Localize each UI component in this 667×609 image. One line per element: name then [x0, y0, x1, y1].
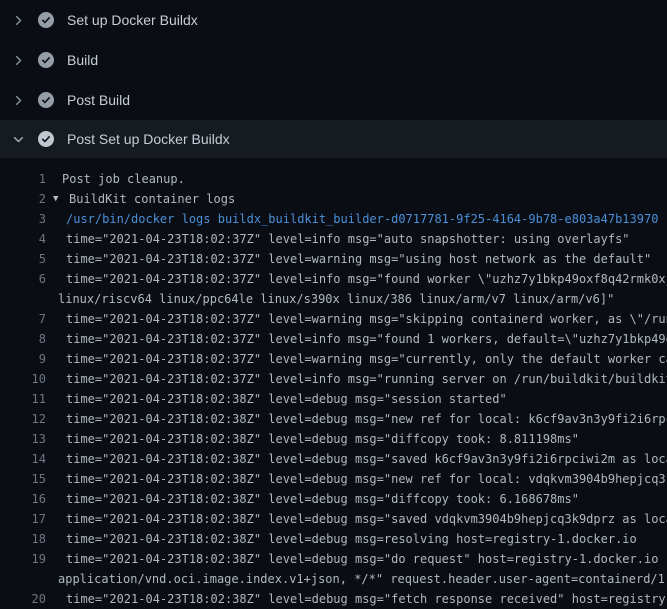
log-line-text: linux/riscv64 linux/ppc64le linux/s390x … — [58, 289, 614, 309]
log-line-number[interactable]: 3 — [0, 209, 46, 229]
log-line-number[interactable]: 14 — [0, 449, 46, 469]
log-line: 19 time="2021-04-23T18:02:38Z" level=deb… — [0, 549, 667, 569]
log-line: 20 time="2021-04-23T18:02:38Z" level=deb… — [0, 589, 667, 609]
log-line: application/vnd.oci.image.index.v1+json,… — [0, 569, 667, 589]
chevron-right-icon — [12, 53, 26, 67]
steps-list: Set up Docker Buildx Build Post Build Po… — [0, 0, 667, 158]
log-line: 10 time="2021-04-23T18:02:37Z" level=inf… — [0, 369, 667, 389]
log-line-number[interactable]: 13 — [0, 429, 46, 449]
log-line-text: time="2021-04-23T18:02:38Z" level=debug … — [66, 469, 667, 489]
log-line: 5 time="2021-04-23T18:02:37Z" level=warn… — [0, 249, 667, 269]
step-header-set-up-docker-buildx[interactable]: Set up Docker Buildx — [0, 0, 667, 40]
log-line: 11 time="2021-04-23T18:02:38Z" level=deb… — [0, 389, 667, 409]
log-line-number[interactable]: 9 — [0, 349, 46, 369]
log-area: 1 Post job cleanup. 2 ▼ BuildKit contain… — [0, 158, 667, 609]
log-line-number[interactable]: 11 — [0, 389, 46, 409]
check-circle-icon — [38, 131, 54, 147]
log-line-text[interactable]: BuildKit container logs — [69, 189, 235, 209]
step-label: Build — [67, 52, 98, 68]
log-line-number[interactable]: 7 — [0, 309, 46, 329]
log-line: 13 time="2021-04-23T18:02:38Z" level=deb… — [0, 429, 667, 449]
log-line-text: time="2021-04-23T18:02:37Z" level=info m… — [66, 229, 630, 249]
log-line-number[interactable]: 17 — [0, 509, 46, 529]
log-line-number[interactable] — [0, 569, 46, 589]
log-line-number[interactable]: 5 — [0, 249, 46, 269]
log-line-text: time="2021-04-23T18:02:38Z" level=debug … — [66, 489, 579, 509]
log-line-number[interactable]: 1 — [0, 169, 46, 189]
log-line: 4 time="2021-04-23T18:02:37Z" level=info… — [0, 229, 667, 249]
log-line-text: time="2021-04-23T18:02:37Z" level=warnin… — [66, 309, 667, 329]
log-line: 9 time="2021-04-23T18:02:37Z" level=warn… — [0, 349, 667, 369]
log-line: 6 time="2021-04-23T18:02:37Z" level=info… — [0, 269, 667, 289]
log-line: 17 time="2021-04-23T18:02:38Z" level=deb… — [0, 509, 667, 529]
log-line-number[interactable]: 10 — [0, 369, 46, 389]
log-line-text: time="2021-04-23T18:02:38Z" level=debug … — [66, 409, 667, 429]
log-line-text: Post job cleanup. — [62, 169, 185, 189]
check-circle-icon — [38, 92, 54, 108]
log-line-text: /usr/bin/docker logs buildx_buildkit_bui… — [66, 209, 658, 229]
log-line-number[interactable]: 19 — [0, 549, 46, 569]
log-line-number[interactable]: 12 — [0, 409, 46, 429]
check-circle-icon — [38, 52, 54, 68]
chevron-right-icon — [12, 13, 26, 27]
github-actions-log-viewer: Set up Docker Buildx Build Post Build Po… — [0, 0, 667, 609]
log-line-text: time="2021-04-23T18:02:37Z" level=warnin… — [66, 249, 651, 269]
log-line-number[interactable] — [0, 289, 46, 309]
log-line-text: time="2021-04-23T18:02:38Z" level=debug … — [66, 449, 667, 469]
log-line-text: application/vnd.oci.image.index.v1+json,… — [58, 569, 667, 589]
triangle-down-icon[interactable]: ▼ — [53, 189, 64, 209]
log-line-text: time="2021-04-23T18:02:37Z" level=info m… — [66, 269, 667, 289]
step-header-post-set-up-docker-buildx[interactable]: Post Set up Docker Buildx — [0, 120, 667, 158]
log-line: 15 time="2021-04-23T18:02:38Z" level=deb… — [0, 469, 667, 489]
log-line-number[interactable]: 20 — [0, 589, 46, 609]
log-line-number[interactable]: 18 — [0, 529, 46, 549]
check-circle-icon — [38, 12, 54, 28]
log-line-text: time="2021-04-23T18:02:38Z" level=debug … — [66, 429, 579, 449]
step-label: Post Build — [67, 92, 130, 108]
log-line-text: time="2021-04-23T18:02:38Z" level=debug … — [66, 549, 667, 569]
step-header-build[interactable]: Build — [0, 40, 667, 80]
log-line-number[interactable]: 15 — [0, 469, 46, 489]
log-line: 12 time="2021-04-23T18:02:38Z" level=deb… — [0, 409, 667, 429]
log-line-number[interactable]: 6 — [0, 269, 46, 289]
log-line: 16 time="2021-04-23T18:02:38Z" level=deb… — [0, 489, 667, 509]
log-line-number[interactable]: 8 — [0, 329, 46, 349]
log-line: 18 time="2021-04-23T18:02:38Z" level=deb… — [0, 529, 667, 549]
log-line: linux/riscv64 linux/ppc64le linux/s390x … — [0, 289, 667, 309]
log-line-number[interactable]: 16 — [0, 489, 46, 509]
step-label: Post Set up Docker Buildx — [67, 131, 230, 147]
log-line-text: time="2021-04-23T18:02:37Z" level=warnin… — [66, 349, 667, 369]
log-line-number[interactable]: 2 — [0, 189, 46, 209]
log-line: 8 time="2021-04-23T18:02:37Z" level=info… — [0, 329, 667, 349]
log-line-text: time="2021-04-23T18:02:38Z" level=debug … — [66, 509, 667, 529]
log-line-text: time="2021-04-23T18:02:38Z" level=debug … — [66, 589, 667, 609]
log-line-text: time="2021-04-23T18:02:37Z" level=info m… — [66, 369, 667, 389]
log-line-number[interactable]: 4 — [0, 229, 46, 249]
log-line-text: time="2021-04-23T18:02:37Z" level=info m… — [66, 329, 667, 349]
log-line: 3 /usr/bin/docker logs buildx_buildkit_b… — [0, 209, 667, 229]
log-line: 14 time="2021-04-23T18:02:38Z" level=deb… — [0, 449, 667, 469]
step-header-post-build[interactable]: Post Build — [0, 80, 667, 120]
log-line-text: time="2021-04-23T18:02:38Z" level=debug … — [66, 389, 507, 409]
log-line-text: time="2021-04-23T18:02:38Z" level=debug … — [66, 529, 637, 549]
log-line: 7 time="2021-04-23T18:02:37Z" level=warn… — [0, 309, 667, 329]
chevron-right-icon — [12, 93, 26, 107]
chevron-down-icon — [12, 132, 26, 146]
step-label: Set up Docker Buildx — [67, 12, 198, 28]
log-line: 2 ▼ BuildKit container logs — [0, 189, 667, 209]
log-line: 1 Post job cleanup. — [0, 169, 667, 189]
